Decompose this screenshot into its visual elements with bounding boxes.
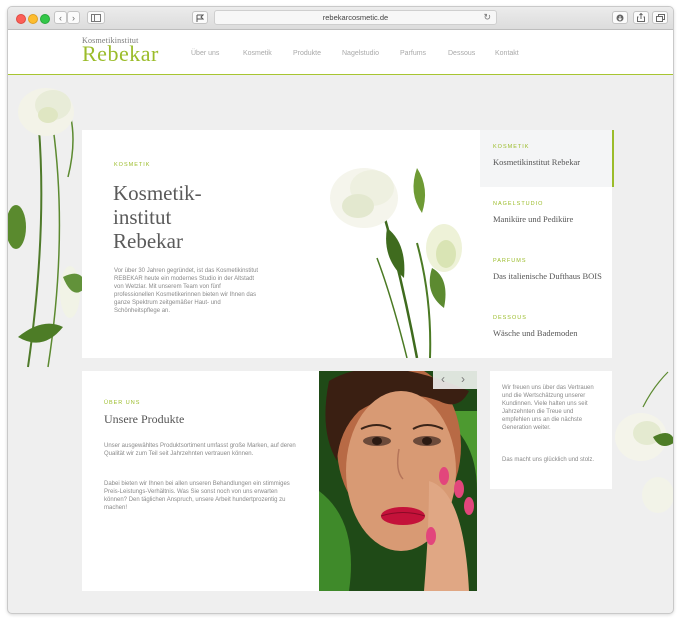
flag-icon bbox=[196, 14, 205, 22]
sidebar-item-kicker: NAGELSTUDIO bbox=[493, 201, 544, 207]
url-text: rebekarcosmetic.de bbox=[322, 13, 389, 22]
slider-prev-button[interactable]: ‹ bbox=[441, 372, 445, 386]
logo[interactable]: Rebekar bbox=[82, 41, 159, 67]
sidebar-item-title: Wäsche und Bademoden bbox=[493, 328, 578, 338]
hero-card: KOSMETIK Kosmetik- institut Rebekar Vor … bbox=[82, 130, 614, 358]
quote-para-2: Das macht uns glücklich und stolz. bbox=[502, 457, 595, 463]
share-icon bbox=[637, 12, 645, 22]
site-header: Kosmetikinstitut Rebekar Über uns Kosmet… bbox=[8, 30, 673, 75]
sidebar-item-kicker: KOSMETIK bbox=[493, 144, 530, 150]
decorative-flowers-left bbox=[8, 88, 86, 368]
products-para-1: Unser ausgewähltes Produktsortiment umfa… bbox=[104, 443, 296, 457]
products-para-2: Dabei bieten wir Ihnen bei allen unseren… bbox=[104, 481, 290, 511]
hero-title-line: Kosmetik- bbox=[113, 181, 202, 205]
hero-title: Kosmetik- institut Rebekar bbox=[113, 181, 202, 253]
nav-item-dessous[interactable]: Dessous bbox=[448, 50, 475, 57]
tabs-icon bbox=[655, 14, 665, 22]
hero-flower-image bbox=[330, 168, 462, 358]
minimize-window-button[interactable] bbox=[28, 14, 38, 24]
hero-title-line: Rebekar bbox=[113, 229, 183, 253]
reload-icon[interactable]: ↻ bbox=[483, 12, 491, 23]
sidebar-item-title: Das italienische Dufthaus BOIS bbox=[493, 271, 602, 281]
quote-card: Wir freuen uns über das Vertrauen und di… bbox=[490, 371, 612, 489]
hero-sidebar: KOSMETIK Kosmetikinstitut Rebekar NAGELS… bbox=[480, 130, 614, 358]
quote-para-1: Wir freuen uns über das Vertrauen und di… bbox=[502, 385, 594, 431]
tabs-button[interactable] bbox=[652, 11, 668, 24]
slider-controls: ‹ › bbox=[433, 371, 477, 389]
portrait-illustration bbox=[319, 371, 477, 591]
nav-item-parfums[interactable]: Parfums bbox=[400, 50, 426, 57]
sidebar-item-title: Maniküre und Pediküre bbox=[493, 214, 574, 224]
sidebar-item-title: Kosmetikinstitut Rebekar bbox=[493, 157, 581, 167]
browser-toolbar: ‹ › rebekarcosmetic.de ↻ bbox=[8, 7, 673, 30]
close-window-button[interactable] bbox=[16, 14, 26, 24]
nav-item-kontakt[interactable]: Kontakt bbox=[495, 50, 519, 57]
products-card: ÜBER UNS Unsere Produkte Unser ausgewähl… bbox=[82, 371, 477, 591]
hero-body: Vor über 30 Jahren gegründet, ist das Ko… bbox=[114, 268, 259, 314]
sidebar-item-kosmetik[interactable]: KOSMETIK Kosmetikinstitut Rebekar bbox=[480, 130, 614, 187]
portrait-image: ‹ › bbox=[319, 371, 477, 591]
chevron-right-icon: › bbox=[72, 13, 75, 23]
share-button[interactable] bbox=[633, 11, 649, 24]
forward-button[interactable]: › bbox=[67, 11, 80, 24]
download-icon bbox=[616, 14, 624, 22]
sidebar-item-nagelstudio[interactable]: NAGELSTUDIO Maniküre und Pediküre bbox=[480, 187, 612, 244]
sidebar-icon bbox=[91, 14, 101, 22]
nav-item-ueber-uns[interactable]: Über uns bbox=[191, 50, 219, 57]
extension-button[interactable] bbox=[192, 11, 208, 24]
products-title: Unsere Produkte bbox=[104, 412, 185, 426]
address-bar[interactable]: rebekarcosmetic.de ↻ bbox=[214, 10, 497, 25]
sidebar-item-kicker: DESSOUS bbox=[493, 315, 527, 321]
zoom-window-button[interactable] bbox=[40, 14, 50, 24]
chevron-left-icon: ‹ bbox=[59, 13, 62, 23]
products-kicker: ÜBER UNS bbox=[104, 400, 141, 406]
back-button[interactable]: ‹ bbox=[54, 11, 67, 24]
sidebar-item-kicker: PARFUMS bbox=[493, 258, 527, 264]
sidebar-item-parfums[interactable]: PARFUMS Das italienische Dufthaus BOIS bbox=[480, 244, 612, 301]
decorative-flowers-right bbox=[615, 371, 673, 513]
sidebar-toggle-button[interactable] bbox=[87, 11, 105, 24]
sidebar-item-dessous[interactable]: DESSOUS Wäsche und Bademoden bbox=[480, 301, 612, 358]
nav-item-produkte[interactable]: Produkte bbox=[293, 50, 321, 57]
hero-kicker: KOSMETIK bbox=[114, 162, 151, 168]
browser-window: ‹ › rebekarcosmetic.de ↻ Kosmetikinstitu… bbox=[7, 6, 674, 614]
hero-title-line: institut bbox=[113, 205, 172, 229]
slider-next-button[interactable]: › bbox=[461, 372, 465, 386]
downloads-button[interactable] bbox=[612, 11, 628, 24]
nav-item-kosmetik[interactable]: Kosmetik bbox=[243, 50, 272, 57]
nav-item-nagelstudio[interactable]: Nagelstudio bbox=[342, 50, 379, 57]
